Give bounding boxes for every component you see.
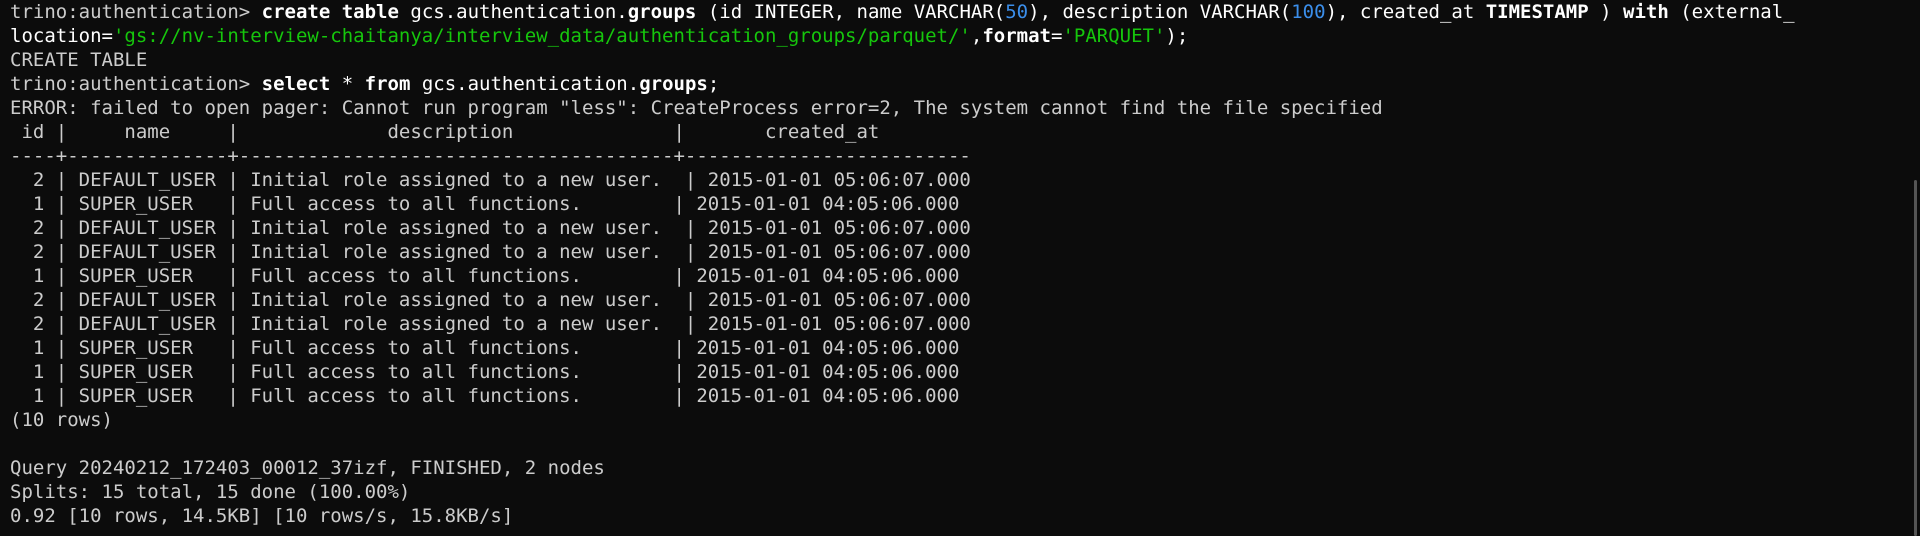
sql-text: ; — [707, 73, 720, 95]
error-message: ERROR: failed to open pager: Cannot run … — [10, 97, 1383, 119]
sql-table-name: groups — [639, 73, 708, 95]
row-count: (10 rows) — [10, 409, 113, 431]
sql-keyword: from — [364, 73, 411, 95]
sql-text: ); — [1165, 25, 1189, 47]
table-row: 2 | DEFAULT_USER | Initial role assigned… — [10, 169, 971, 191]
table-row: 2 | DEFAULT_USER | Initial role assigned… — [10, 289, 971, 311]
terminal-window[interactable]: trino:authentication> create table gcs.a… — [0, 0, 1920, 536]
table-row: 2 | DEFAULT_USER | Initial role assigned… — [10, 241, 971, 263]
sql-text: gcs.authentication. — [398, 1, 628, 23]
sql-keyword: TIMESTAMP — [1485, 1, 1589, 23]
prompt: trino:authentication> — [10, 1, 262, 23]
table-row: 1 | SUPER_USER | Full access to all func… — [10, 385, 960, 407]
sql-keyword: create table — [261, 1, 399, 23]
scrollbar[interactable] — [1914, 180, 1917, 536]
table-row: 2 | DEFAULT_USER | Initial role assigned… — [10, 217, 971, 239]
prompt: trino:authentication> — [10, 73, 262, 95]
command-line-create: trino:authentication> create table gcs.a… — [10, 0, 1920, 24]
splits-status: Splits: 15 total, 15 done (100.00%) — [10, 481, 411, 503]
sql-text: ), created_at — [1325, 1, 1486, 23]
sql-text: (external_ — [1668, 1, 1795, 23]
sql-keyword: with — [1623, 1, 1669, 23]
command-line-select: trino:authentication> select * from gcs.… — [10, 72, 1920, 96]
sql-text: ) — [1588, 1, 1623, 23]
sql-text: , — [970, 25, 983, 47]
sql-text: (id INTEGER, name VARCHAR( — [696, 1, 1006, 23]
sql-text: * — [330, 73, 365, 95]
sql-text: gcs.authentication. — [410, 73, 640, 95]
sql-text: location= — [10, 25, 113, 47]
table-row: 2 | DEFAULT_USER | Initial role assigned… — [10, 313, 971, 335]
sql-text: ), description VARCHAR( — [1028, 1, 1292, 23]
query-stats: 0.92 [10 rows, 14.5KB] [10 rows/s, 15.8K… — [10, 505, 514, 527]
sql-string: 'gs://nv-interview-chaitanya/interview_d… — [112, 25, 971, 47]
create-table-result: CREATE TABLE — [10, 49, 148, 71]
table-row: 1 | SUPER_USER | Full access to all func… — [10, 265, 960, 287]
sql-string: 'PARQUET' — [1062, 25, 1166, 47]
sql-keyword: select — [261, 73, 331, 95]
table-row: 1 | SUPER_USER | Full access to all func… — [10, 193, 960, 215]
sql-keyword: format — [982, 25, 1051, 47]
sql-text: = — [1050, 25, 1063, 47]
sql-number: 50 — [1005, 1, 1029, 23]
sql-table-name: groups — [627, 1, 697, 23]
command-line-create-cont: location='gs://nv-interview-chaitanya/in… — [10, 24, 1920, 48]
table-separator: ----+--------------+--------------------… — [10, 145, 971, 167]
sql-number: 100 — [1291, 1, 1326, 23]
table-header: id | name | description | created_at — [10, 121, 880, 143]
table-row: 1 | SUPER_USER | Full access to all func… — [10, 337, 960, 359]
table-row: 1 | SUPER_USER | Full access to all func… — [10, 361, 960, 383]
query-status: Query 20240212_172403_00012_37izf, FINIS… — [10, 457, 605, 479]
